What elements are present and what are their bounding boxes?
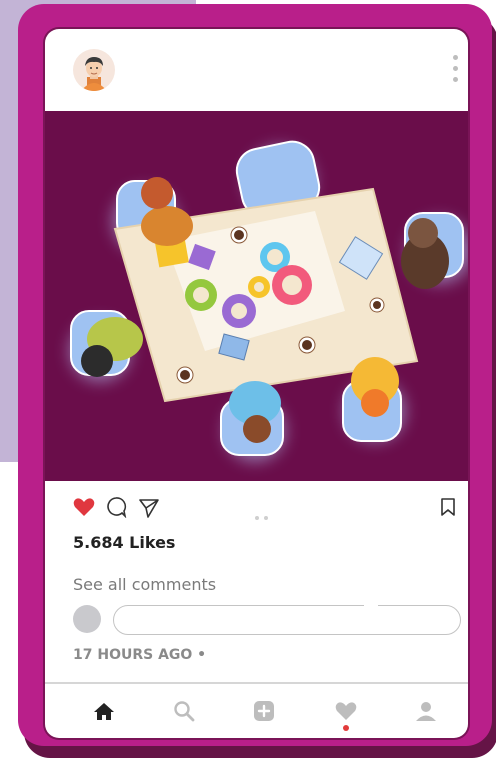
bottom-tab-bar bbox=[45, 684, 468, 738]
likes-count[interactable]: 5.684 Likes bbox=[73, 533, 175, 552]
send-icon[interactable] bbox=[138, 497, 160, 524]
post-actions bbox=[45, 495, 468, 525]
post-header bbox=[45, 29, 468, 111]
notification-dot bbox=[343, 725, 349, 731]
phone-screen: 5.684 Likes See all comments 17 HOURS AG… bbox=[45, 29, 468, 738]
post-timestamp: 17 HOURS AGO • bbox=[73, 647, 207, 663]
add-comment-row bbox=[73, 604, 463, 635]
profile-icon[interactable] bbox=[411, 696, 441, 726]
carousel-dots bbox=[255, 507, 273, 525]
add-icon[interactable] bbox=[249, 696, 279, 726]
activity-heart-icon[interactable] bbox=[331, 696, 361, 726]
home-icon[interactable] bbox=[89, 696, 119, 726]
heart-icon[interactable] bbox=[73, 497, 95, 522]
avatar[interactable] bbox=[73, 49, 115, 91]
search-icon[interactable] bbox=[169, 696, 199, 726]
see-all-comments-link[interactable]: See all comments bbox=[73, 575, 216, 594]
comment-icon[interactable] bbox=[105, 496, 127, 523]
kebab-menu-icon[interactable] bbox=[450, 55, 460, 89]
post-image[interactable] bbox=[45, 111, 468, 481]
bookmark-icon[interactable] bbox=[440, 497, 456, 522]
commenter-avatar bbox=[73, 605, 101, 633]
comment-input[interactable] bbox=[113, 604, 461, 635]
